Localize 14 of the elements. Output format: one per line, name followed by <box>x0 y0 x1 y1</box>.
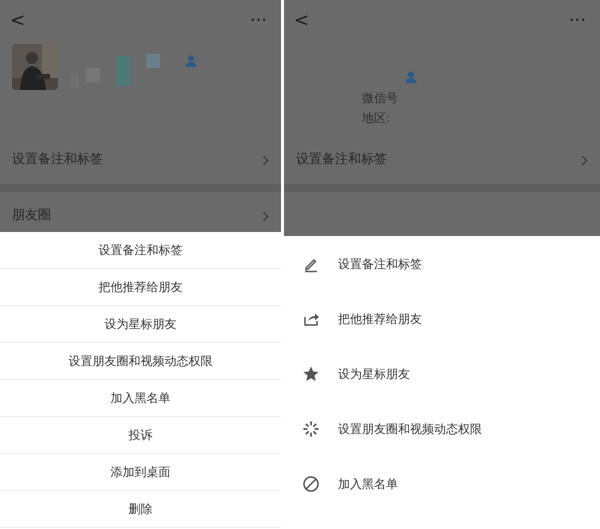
star-icon <box>302 364 320 382</box>
user-icon <box>184 54 198 68</box>
block-icon <box>302 474 320 492</box>
row-label: 设置备注和标签 <box>296 151 387 170</box>
aperture-icon <box>302 420 320 438</box>
menu-item[interactable]: 设置备注和标签 <box>0 232 281 269</box>
chevron-icon <box>262 154 269 166</box>
row-label: 朋友圈 <box>12 207 51 226</box>
profile-label: 地区: <box>362 110 390 127</box>
chevron-icon <box>581 154 588 166</box>
user-icon <box>404 70 418 84</box>
chevron-icon <box>262 210 269 222</box>
profile-label: 微信号 <box>362 90 398 107</box>
row-label: 设置备注和标签 <box>12 151 103 170</box>
